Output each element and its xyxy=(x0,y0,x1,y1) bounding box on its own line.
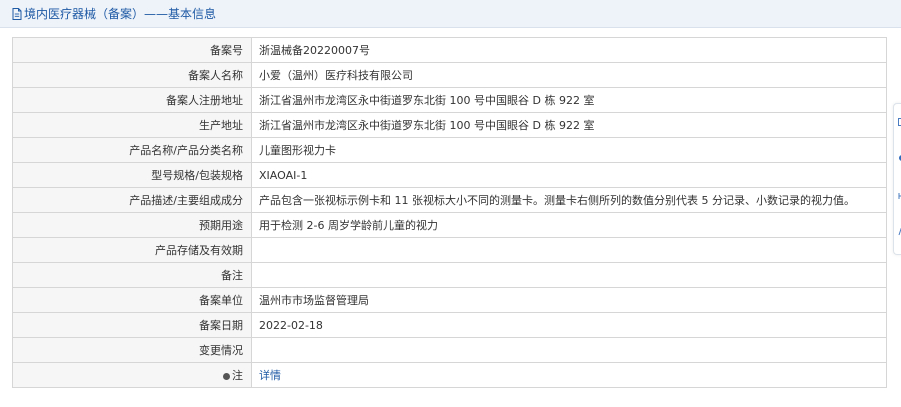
field-label: 产品存储及有效期 xyxy=(12,237,252,263)
field-label: 备案人注册地址 xyxy=(12,87,252,113)
document-icon xyxy=(12,7,22,20)
field-value: XIAOAI-1 xyxy=(251,162,887,188)
table-row: 预期用途 用于检测 2-6 周岁学龄前儿童的视力 xyxy=(12,212,887,238)
field-label: 型号规格/包装规格 xyxy=(12,162,252,188)
field-label: 生产地址 xyxy=(12,112,252,138)
field-value: 儿童图形视力卡 xyxy=(251,137,887,163)
table-row: 产品存储及有效期 xyxy=(12,237,887,263)
page-title-text: 境内医疗器械（备案）——基本信息 xyxy=(24,7,217,21)
detail-table: 备案号 浙温械备20220007号 备案人名称 小爱（温州）医疗科技有限公司 备案人注册… xyxy=(12,37,887,388)
field-label: 产品名称/产品分类名称 xyxy=(12,137,252,163)
table-row: 备案日期 2022-02-18 xyxy=(12,312,887,338)
field-value: 用于检测 2-6 周岁学龄前儿童的视力 xyxy=(251,212,887,238)
page-title: 境内医疗器械（备案）——基本信息 xyxy=(12,5,216,22)
note-value-cell: 详情 xyxy=(251,362,887,388)
field-label: 备案号 xyxy=(12,37,252,63)
table-row: 产品描述/主要组成成分 产品包含一张视标示例卡和 11 张视标大小不同的测量卡。测… xyxy=(12,187,887,213)
table-row: 注 详情 xyxy=(12,362,887,388)
table-row: 备案号 浙温械备20220007号 xyxy=(12,37,887,63)
field-label: 备案单位 xyxy=(12,287,252,313)
details-link[interactable]: 详情 xyxy=(259,369,281,382)
note-label-cell: 注 xyxy=(12,362,252,388)
table-row: 变更情况 xyxy=(12,337,887,363)
side-toolbar[interactable] xyxy=(893,103,901,255)
field-value: 产品包含一张视标示例卡和 11 张视标大小不同的测量卡。测量卡右侧所列的数值分别… xyxy=(251,187,887,213)
table-row: 备注 xyxy=(12,262,887,288)
field-value: 小爱（温州）医疗科技有限公司 xyxy=(251,62,887,88)
table-row: 备案人名称 小爱（温州）医疗科技有限公司 xyxy=(12,62,887,88)
table-row: 生产地址 浙江省温州市龙湾区永中街道罗东北街 100 号中国眼谷 D 栋 922 … xyxy=(12,112,887,138)
field-value: 浙温械备20220007号 xyxy=(251,37,887,63)
field-label: 备案人名称 xyxy=(12,62,252,88)
table-row: 备案人注册地址 浙江省温州市龙湾区永中街道罗东北街 100 号中国眼谷 D 栋 9… xyxy=(12,87,887,113)
table-row: 产品名称/产品分类名称 儿童图形视力卡 xyxy=(12,137,887,163)
field-label: 备案日期 xyxy=(12,312,252,338)
field-value: 温州市市场监督管理局 xyxy=(251,287,887,313)
note-label: 注 xyxy=(232,369,243,382)
table-row: 备案单位 温州市市场监督管理局 xyxy=(12,287,887,313)
table-row: 型号规格/包装规格 XIAOAI-1 xyxy=(12,162,887,188)
field-label: 产品描述/主要组成成分 xyxy=(12,187,252,213)
field-label: 预期用途 xyxy=(12,212,252,238)
field-label: 备注 xyxy=(12,262,252,288)
field-value: 浙江省温州市龙湾区永中街道罗东北街 100 号中国眼谷 D 栋 922 室 xyxy=(251,87,887,113)
page-header: 境内医疗器械（备案）——基本信息 xyxy=(0,0,901,28)
field-value xyxy=(251,337,887,363)
field-value: 浙江省温州市龙湾区永中街道罗东北街 100 号中国眼谷 D 栋 922 室 xyxy=(251,112,887,138)
field-value xyxy=(251,237,887,263)
field-value xyxy=(251,262,887,288)
field-label: 变更情况 xyxy=(12,337,252,363)
field-value: 2022-02-18 xyxy=(251,312,887,338)
pin-icon xyxy=(223,372,230,380)
